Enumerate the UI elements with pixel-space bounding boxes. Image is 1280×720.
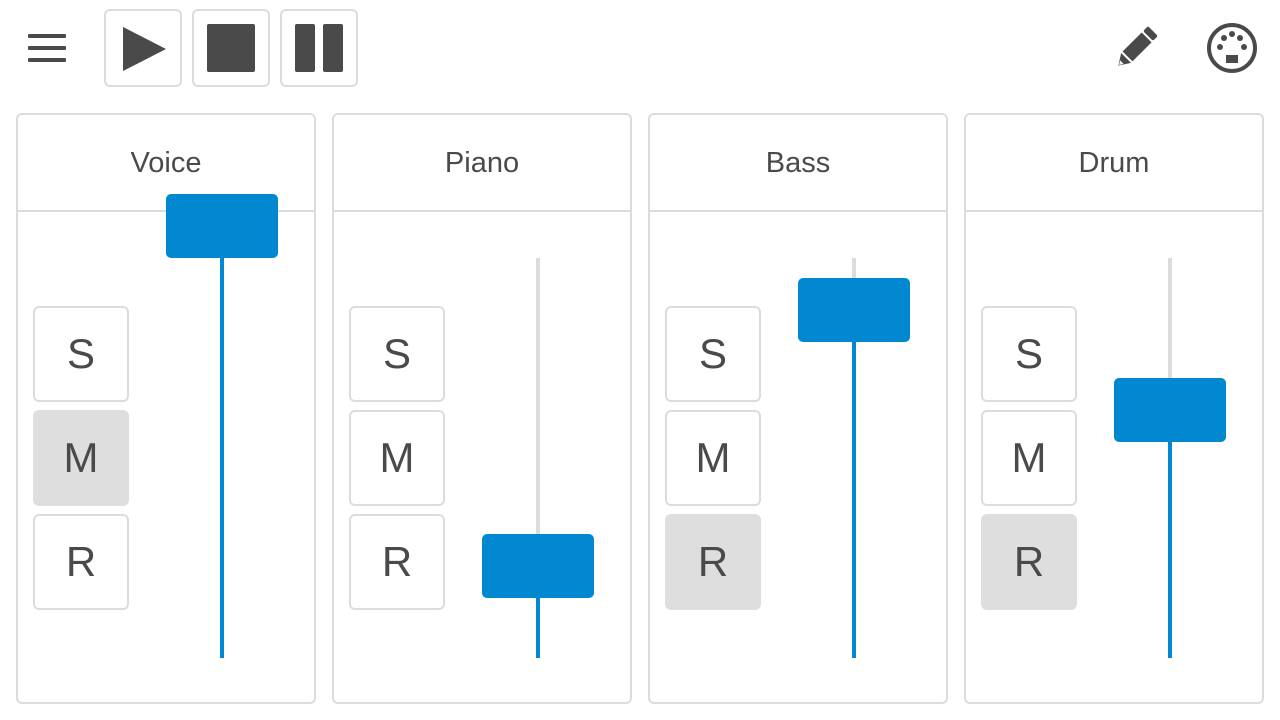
volume-fader[interactable] xyxy=(1114,258,1226,658)
track-header: Drum xyxy=(966,115,1262,212)
stop-icon xyxy=(207,24,255,72)
fader-level xyxy=(852,342,856,658)
volume-fader[interactable] xyxy=(798,258,910,658)
track-header: Piano xyxy=(334,115,630,212)
play-button[interactable] xyxy=(104,9,182,87)
fader-handle[interactable] xyxy=(798,278,910,342)
track-name: Drum xyxy=(1078,147,1150,179)
fader-level xyxy=(536,598,540,658)
fader-handle[interactable] xyxy=(482,534,594,598)
pencil-icon xyxy=(1118,26,1158,66)
track-panel-voice: Voice S M R xyxy=(16,113,316,704)
track-panel-bass: Bass S M R xyxy=(648,113,948,704)
hamburger-menu-icon[interactable] xyxy=(26,30,70,66)
volume-fader[interactable] xyxy=(166,194,278,658)
play-icon xyxy=(123,27,166,71)
stop-button[interactable] xyxy=(192,9,270,87)
track-name: Bass xyxy=(765,147,831,179)
mute-button[interactable]: M xyxy=(981,410,1077,506)
mute-button[interactable]: M xyxy=(349,410,445,506)
record-button[interactable]: R xyxy=(33,514,129,610)
solo-button[interactable]: S xyxy=(981,306,1077,402)
mute-button[interactable]: M xyxy=(665,410,761,506)
mute-button[interactable]: M xyxy=(33,410,129,506)
track-panel-drum: Drum S M R xyxy=(964,113,1264,704)
midi-connector-icon xyxy=(1207,23,1257,73)
track-name: Piano xyxy=(444,147,520,179)
record-button[interactable]: R xyxy=(665,514,761,610)
pause-button[interactable] xyxy=(280,9,358,87)
solo-button[interactable]: S xyxy=(665,306,761,402)
solo-button[interactable]: S xyxy=(349,306,445,402)
track-panel-piano: Piano S M R xyxy=(332,113,632,704)
track-header: Bass xyxy=(650,115,946,212)
track-name: Voice xyxy=(130,147,202,179)
record-button[interactable]: R xyxy=(981,514,1077,610)
pause-icon xyxy=(295,24,343,72)
edit-button[interactable] xyxy=(1110,22,1162,74)
volume-fader[interactable] xyxy=(482,258,594,658)
fader-level xyxy=(220,258,224,658)
record-button[interactable]: R xyxy=(349,514,445,610)
fader-level xyxy=(1168,442,1172,658)
midi-settings-button[interactable] xyxy=(1206,22,1258,74)
solo-button[interactable]: S xyxy=(33,306,129,402)
fader-handle[interactable] xyxy=(166,194,278,258)
fader-handle[interactable] xyxy=(1114,378,1226,442)
